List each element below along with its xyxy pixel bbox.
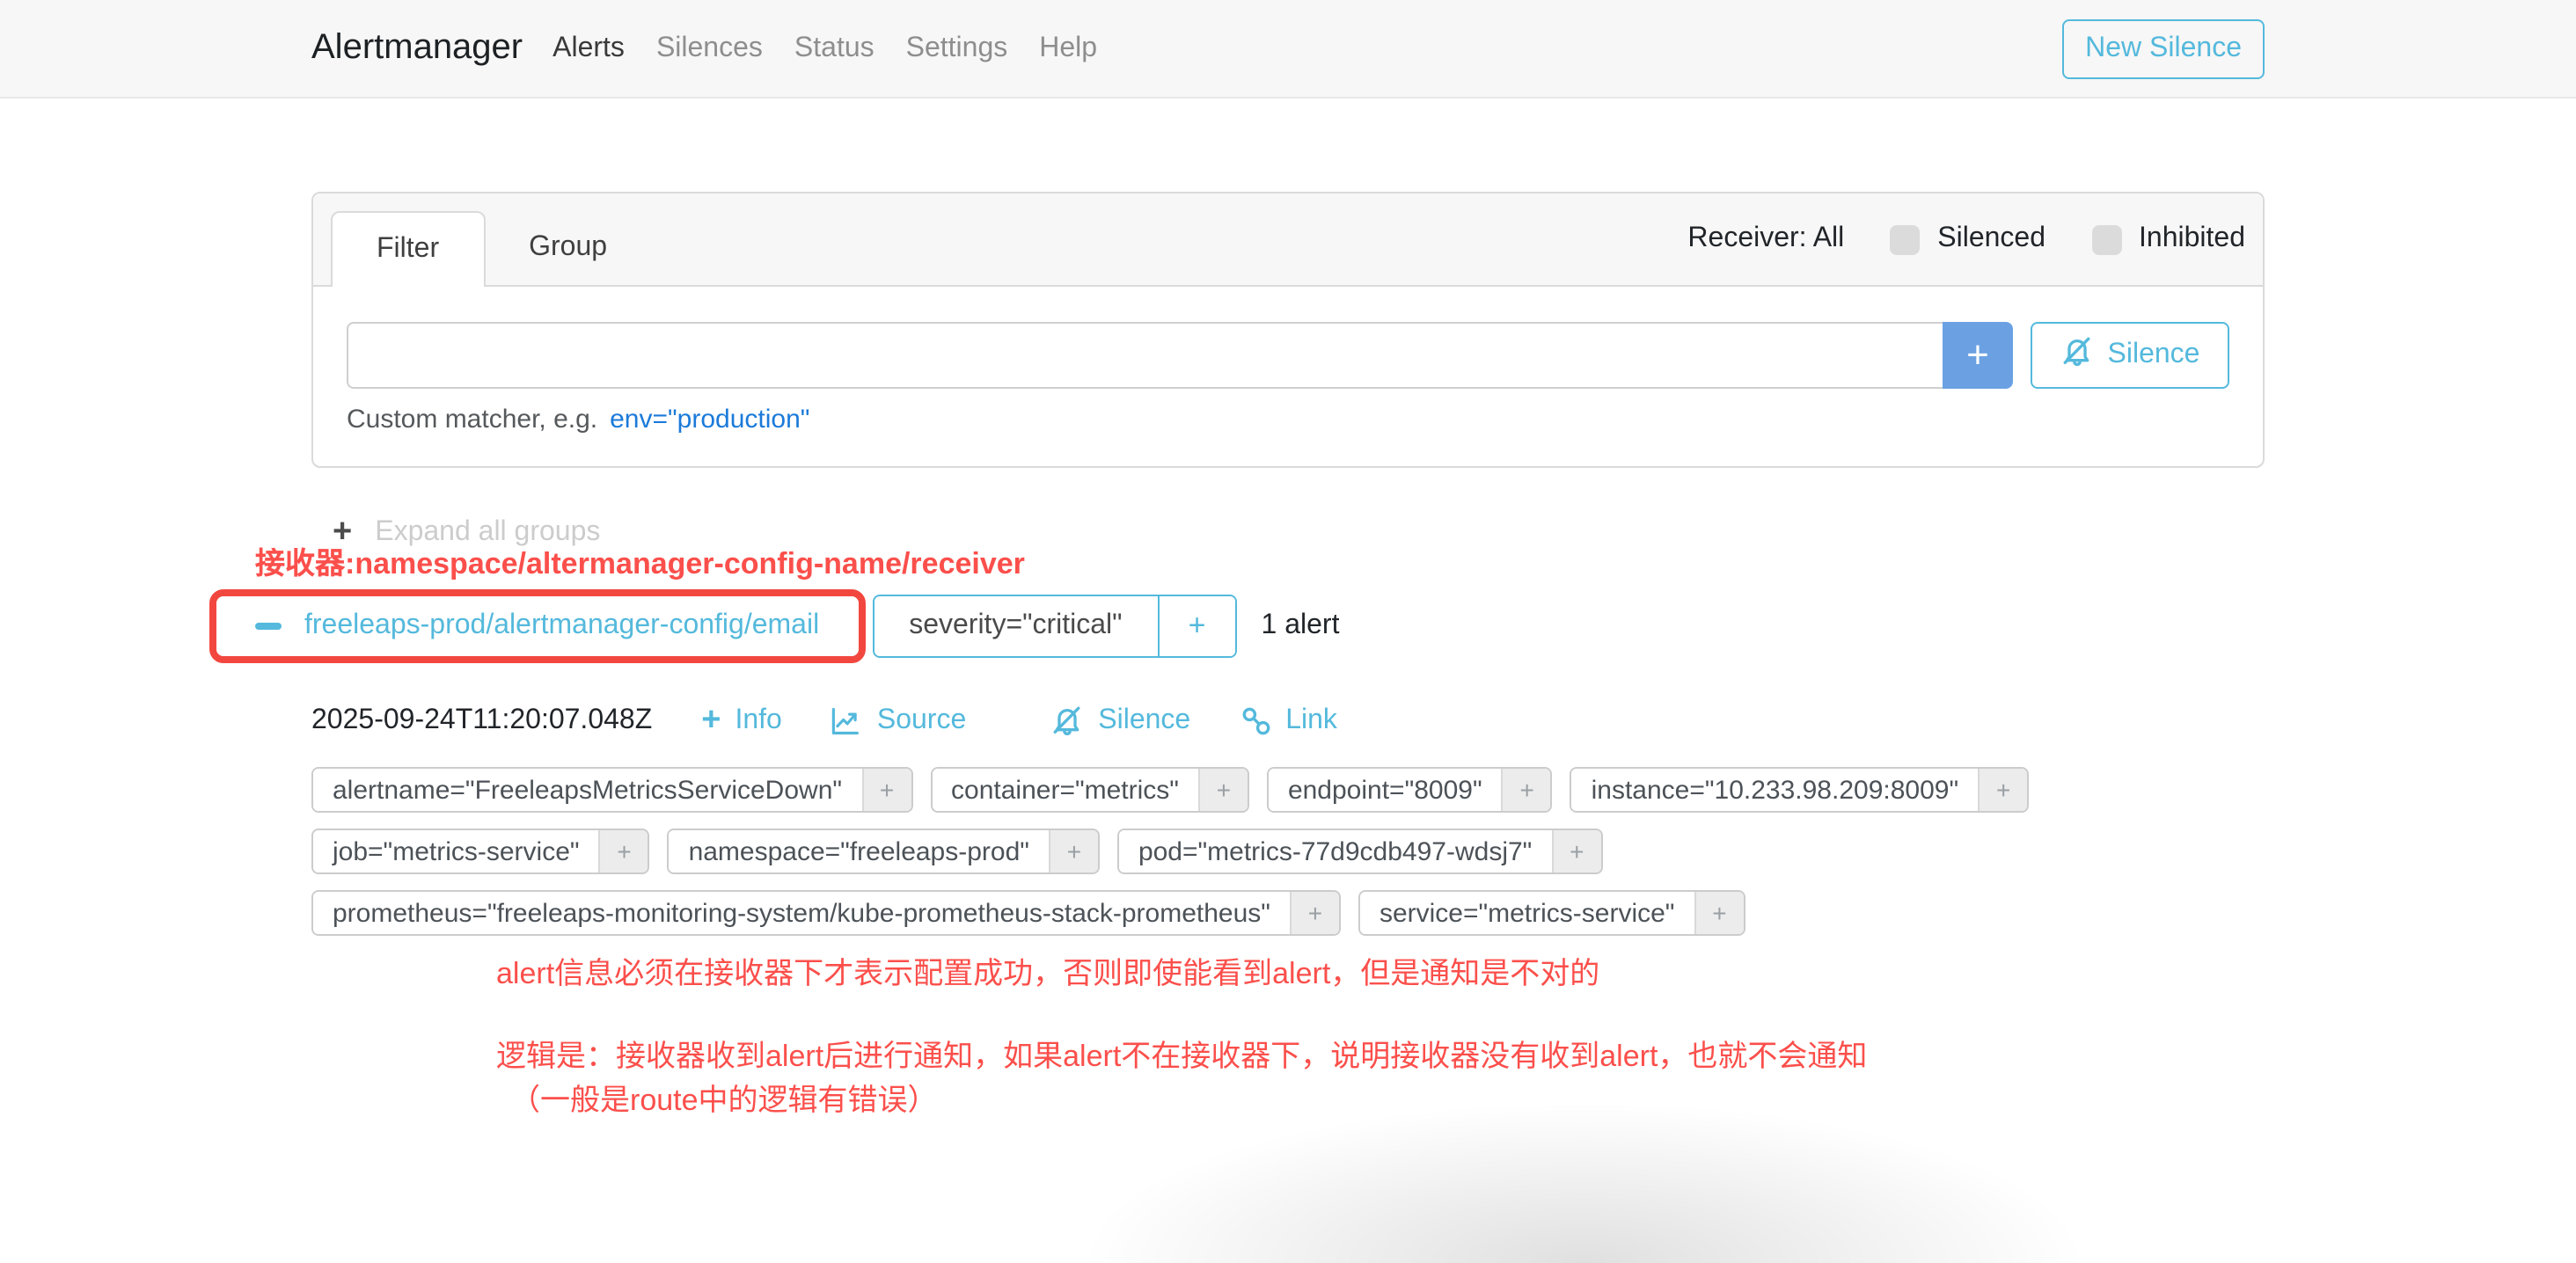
main-nav: Alerts Silences Status Settings Help bbox=[553, 33, 1097, 64]
label-filter-add-button[interactable]: + bbox=[861, 769, 911, 811]
alert-silence-label: Silence bbox=[1098, 705, 1190, 736]
alert-label-button[interactable]: endpoint="8009" bbox=[1269, 769, 1502, 811]
receiver-group-button[interactable]: freeleaps-prod/alertmanager-config/email bbox=[216, 596, 858, 656]
filter-options: Receiver: All Silenced Inhibited bbox=[1687, 223, 2245, 255]
group-filter-chip: severity="critical" + bbox=[872, 595, 1236, 658]
alert-label-chip: prometheus="freeleaps-monitoring-system/… bbox=[311, 890, 1341, 936]
alert-source-link[interactable]: Source bbox=[831, 705, 966, 736]
tab-filter[interactable]: Filter bbox=[331, 211, 485, 287]
label-filter-add-button[interactable]: + bbox=[1290, 892, 1339, 934]
alert-label-chip: service="metrics-service" + bbox=[1358, 890, 1745, 936]
silenced-label: Silenced bbox=[1937, 223, 2045, 255]
matcher-input[interactable] bbox=[347, 322, 1943, 389]
annotation-note-2: 逻辑是：接收器收到alert后进行通知，如果alert不在接收器下，说明接收器没… bbox=[496, 1038, 2265, 1077]
receiver-filter-dropdown[interactable]: Receiver: All bbox=[1687, 223, 1844, 255]
alert-info-toggle[interactable]: + Info bbox=[701, 704, 782, 737]
alert-label-button[interactable]: service="metrics-service" bbox=[1360, 892, 1694, 934]
silenced-checkbox[interactable] bbox=[1890, 224, 1920, 254]
group-filter-label: severity="critical" bbox=[874, 596, 1159, 656]
bell-slash-icon bbox=[1050, 704, 1084, 737]
inhibited-checkbox[interactable] bbox=[2091, 224, 2121, 254]
plus-icon: + bbox=[701, 704, 721, 737]
filter-card-header: Filter Group Receiver: All Silenced Inhi… bbox=[313, 193, 2263, 287]
bell-slash-icon bbox=[2060, 334, 2094, 376]
inhibited-label: Inhibited bbox=[2139, 223, 2245, 255]
minus-icon bbox=[255, 623, 282, 630]
alert-label-chip: instance="10.233.98.209:8009" + bbox=[1570, 767, 2030, 813]
nav-item-silences[interactable]: Silences bbox=[656, 33, 763, 64]
alert-label-button[interactable]: prometheus="freeleaps-monitoring-system/… bbox=[313, 892, 1290, 934]
link-icon bbox=[1240, 705, 1271, 736]
annotation-note-3: （一般是route中的逻辑有错误） bbox=[510, 1082, 2265, 1121]
alert-label-button[interactable]: alertname="FreeleapsMetricsServiceDown" bbox=[313, 769, 861, 811]
silenced-filter-toggle[interactable]: Silenced bbox=[1890, 223, 2045, 255]
nav-item-alerts[interactable]: Alerts bbox=[553, 33, 625, 64]
custom-matcher-hint: Custom matcher, e.g. bbox=[347, 405, 597, 434]
annotation-highlight-box: freeleaps-prod/alertmanager-config/email bbox=[209, 589, 865, 663]
filter-card: Filter Group Receiver: All Silenced Inhi… bbox=[311, 192, 2265, 468]
alert-label-button[interactable]: job="metrics-service" bbox=[313, 830, 599, 872]
tab-group[interactable]: Group bbox=[485, 211, 651, 285]
alert-labels: alertname="FreeleapsMetricsServiceDown" … bbox=[311, 767, 2265, 936]
label-filter-add-button[interactable]: + bbox=[1694, 892, 1743, 934]
annotation-note-1: alert信息必须在接收器下才表示配置成功，否则即使能看到alert，但是通知是… bbox=[496, 955, 2265, 994]
new-silence-button[interactable]: New Silence bbox=[2062, 18, 2265, 78]
label-filter-add-button[interactable]: + bbox=[1198, 769, 1248, 811]
receiver-group-row: freeleaps-prod/alertmanager-config/email… bbox=[209, 589, 2265, 663]
app-brand[interactable]: Alertmanager bbox=[311, 28, 523, 69]
silence-filter-label: Silence bbox=[2108, 339, 2200, 371]
expand-all-groups-label[interactable]: Expand all groups bbox=[375, 516, 600, 548]
alert-label-chip: container="metrics" + bbox=[930, 767, 1249, 813]
label-filter-add-button[interactable]: + bbox=[1049, 830, 1098, 872]
receiver-group-label: freeleaps-prod/alertmanager-config/email bbox=[304, 610, 819, 642]
inhibited-filter-toggle[interactable]: Inhibited bbox=[2091, 223, 2245, 255]
filter-card-body: + Silence Custom matcher, e.g. bbox=[313, 287, 2263, 466]
label-filter-add-button[interactable]: + bbox=[599, 830, 648, 872]
nav-item-help[interactable]: Help bbox=[1039, 33, 1097, 64]
alert-label-button[interactable]: instance="10.233.98.209:8009" bbox=[1572, 769, 1979, 811]
matcher-input-group: + Silence bbox=[347, 322, 2229, 389]
label-filter-add-button[interactable]: + bbox=[1551, 830, 1600, 872]
alert-source-label: Source bbox=[877, 705, 966, 736]
bottom-shadow bbox=[1091, 1105, 2076, 1263]
nav-item-settings[interactable]: Settings bbox=[906, 33, 1008, 64]
add-matcher-button[interactable]: + bbox=[1943, 322, 2013, 389]
alert-label-chip: endpoint="8009" + bbox=[1267, 767, 1553, 813]
label-filter-add-button[interactable]: + bbox=[1978, 769, 2027, 811]
alert-label-button[interactable]: pod="metrics-77d9cdb497-wdsj7" bbox=[1119, 830, 1551, 872]
alert-permalink[interactable]: Link bbox=[1240, 705, 1337, 736]
alert-info-label: Info bbox=[735, 705, 781, 736]
alert-label-chip: alertname="FreeleapsMetricsServiceDown" … bbox=[311, 767, 912, 813]
custom-matcher-example-link[interactable]: env="production" bbox=[610, 405, 809, 434]
navbar: Alertmanager Alerts Silences Status Sett… bbox=[0, 0, 2576, 99]
alert-count: 1 alert bbox=[1262, 610, 1340, 642]
alert-label-chip: job="metrics-service" + bbox=[311, 829, 650, 874]
label-filter-add-button[interactable]: + bbox=[1502, 769, 1551, 811]
group-filter-add-button[interactable]: + bbox=[1160, 596, 1235, 656]
alert-link-label: Link bbox=[1285, 705, 1337, 736]
chart-icon bbox=[831, 705, 863, 736]
alert-timestamp: 2025-09-24T11:20:07.048Z bbox=[311, 705, 652, 736]
alert-label-button[interactable]: container="metrics" bbox=[932, 769, 1198, 811]
alert-label-chip: namespace="freeleaps-prod" + bbox=[668, 829, 1100, 874]
annotation-receiver-note: 接收器:namespace/altermanager-config-name/r… bbox=[255, 545, 1025, 584]
silence-filter-button[interactable]: Silence bbox=[2031, 322, 2229, 389]
alert-label-chip: pod="metrics-77d9cdb497-wdsj7" + bbox=[1117, 829, 1602, 874]
main-content: Filter Group Receiver: All Silenced Inhi… bbox=[285, 192, 2291, 1121]
nav-item-status[interactable]: Status bbox=[794, 33, 875, 64]
alert-meta-row: 2025-09-24T11:20:07.048Z + Info Source bbox=[311, 704, 2265, 737]
alert-label-button[interactable]: namespace="freeleaps-prod" bbox=[670, 830, 1049, 872]
navbar-inner: Alertmanager Alerts Silences Status Sett… bbox=[285, 0, 2291, 97]
custom-matcher-hint-row: Custom matcher, e.g. env="production" bbox=[347, 405, 2229, 434]
alertmanager-app: Alertmanager Alerts Silences Status Sett… bbox=[0, 0, 2576, 1184]
alert-silence-link[interactable]: Silence bbox=[1050, 704, 1190, 737]
expand-all-plus-icon[interactable]: + bbox=[333, 515, 352, 549]
